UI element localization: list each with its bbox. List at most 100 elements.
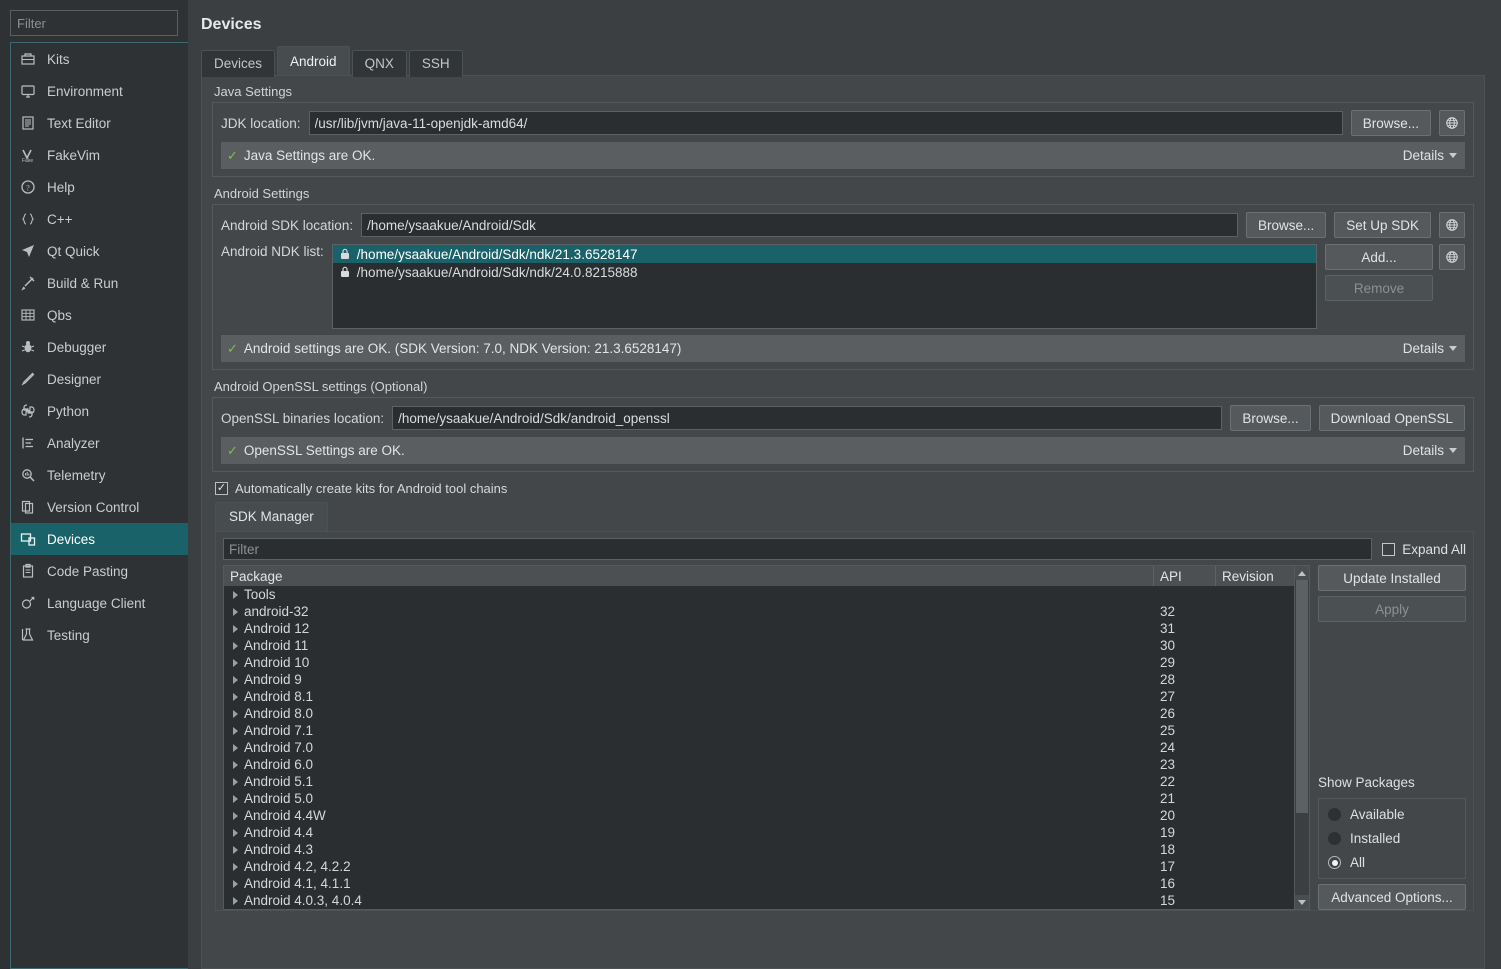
ndk-list-item[interactable]: /home/ysaakue/Android/Sdk/ndk/24.0.82158… [333,263,1316,281]
scroll-down-button[interactable] [1295,895,1309,909]
sidebar-item-environment[interactable]: Environment [11,75,188,107]
globe-icon[interactable] [1439,212,1465,238]
openssl-browse-button[interactable]: Browse... [1230,405,1311,431]
sidebar-item-fakevim[interactable]: Fake FakeVim [11,139,188,171]
chevron-right-icon[interactable] [233,641,238,650]
chevron-right-icon[interactable] [233,777,238,786]
update-installed-button[interactable]: Update Installed [1318,565,1466,591]
sidebar-item-code-pasting[interactable]: Code Pasting [11,555,188,587]
table-row[interactable]: Android 12 31 [224,620,1294,637]
radio-indicator[interactable] [1328,856,1341,869]
chevron-right-icon[interactable] [233,658,238,667]
chevron-right-icon[interactable] [233,828,238,837]
radio-indicator[interactable] [1328,832,1341,845]
tab-ssh[interactable]: SSH [408,50,463,77]
chevron-right-icon[interactable] [233,811,238,820]
ndk-remove-button[interactable]: Remove [1325,275,1433,301]
chevron-right-icon[interactable] [233,675,238,684]
table-row[interactable]: Android 9 28 [224,671,1294,688]
chevron-right-icon[interactable] [233,607,238,616]
chevron-right-icon[interactable] [233,879,238,888]
openssl-binaries-input[interactable] [392,406,1223,430]
table-row[interactable]: Android 5.0 21 [224,790,1294,807]
table-row[interactable]: Android 8.0 26 [224,705,1294,722]
table-row[interactable]: Android 4.4 19 [224,824,1294,841]
chevron-right-icon[interactable] [233,845,238,854]
chevron-right-icon[interactable] [233,692,238,701]
chevron-right-icon[interactable] [233,743,238,752]
table-row[interactable]: Android 7.1 25 [224,722,1294,739]
sidebar-item-text-editor[interactable]: Text Editor [11,107,188,139]
apply-button[interactable]: Apply [1318,596,1466,622]
chevron-right-icon[interactable] [233,726,238,735]
ndk-list-item[interactable]: /home/ysaakue/Android/Sdk/ndk/21.3.65281… [332,245,1316,263]
table-row[interactable]: Android 11 30 [224,637,1294,654]
expand-all-row[interactable]: Expand All [1382,542,1466,557]
table-row[interactable]: android-32 32 [224,603,1294,620]
table-row[interactable]: Android 4.0.3, 4.0.4 15 [224,892,1294,909]
sidebar-item-python[interactable]: Python [11,395,188,427]
chevron-right-icon[interactable] [233,590,238,599]
column-header-revision[interactable]: Revision [1216,566,1294,586]
radio-option-installed[interactable]: Installed [1328,831,1456,846]
scroll-up-button[interactable] [1295,566,1309,580]
tab-sdk-manager[interactable]: SDK Manager [215,502,328,531]
table-row[interactable]: Android 4.4W 20 [224,807,1294,824]
table-row[interactable]: Android 4.1, 4.1.1 16 [224,875,1294,892]
table-row[interactable]: Android 5.1 22 [224,773,1294,790]
sidebar-item-designer[interactable]: Designer [11,363,188,395]
table-row[interactable]: Android 10 29 [224,654,1294,671]
chevron-right-icon[interactable] [233,794,238,803]
jdk-browse-button[interactable]: Browse... [1350,110,1431,136]
sidebar-item-version-control[interactable]: Version Control [11,491,188,523]
sidebar-item-language-client[interactable]: Language Client [11,587,188,619]
sidebar-item-qt-quick[interactable]: Qt Quick [11,235,188,267]
sidebar-item-cpp[interactable]: C++ [11,203,188,235]
chevron-right-icon[interactable] [233,709,238,718]
radio-option-all[interactable]: All [1328,855,1456,870]
auto-create-kits-row[interactable]: ✓ Automatically create kits for Android … [215,481,1474,496]
ndk-add-button[interactable]: Add... [1325,244,1433,270]
table-row[interactable]: Android 4.3 18 [224,841,1294,858]
table-row[interactable]: Tools [224,586,1294,603]
chevron-right-icon[interactable] [233,624,238,633]
sidebar-item-devices[interactable]: Devices [11,523,188,555]
column-header-package[interactable]: Package [224,566,1154,586]
sidebar-item-analyzer[interactable]: Analyzer [11,427,188,459]
tab-qnx[interactable]: QNX [351,50,407,77]
openssl-details-link[interactable]: Details [1403,443,1457,458]
expand-all-checkbox[interactable] [1382,542,1396,556]
sidebar-item-build-and-run[interactable]: Build & Run [11,267,188,299]
sdk-browse-button[interactable]: Browse... [1245,212,1327,238]
android-ndk-list[interactable]: /home/ysaakue/Android/Sdk/ndk/21.3.65281… [331,244,1317,329]
set-up-sdk-button[interactable]: Set Up SDK [1334,212,1431,238]
jdk-location-input[interactable] [308,111,1343,135]
column-header-api[interactable]: API [1154,566,1216,586]
sidebar-item-debugger[interactable]: Debugger [11,331,188,363]
package-tree-scrollbar[interactable] [1294,566,1309,909]
sidebar-item-telemetry[interactable]: Telemetry [11,459,188,491]
sidebar-item-kits[interactable]: Kits [11,43,188,75]
java-details-link[interactable]: Details [1403,148,1457,163]
chevron-right-icon[interactable] [233,862,238,871]
chevron-right-icon[interactable] [233,760,238,769]
globe-icon[interactable] [1439,244,1465,270]
tab-devices[interactable]: Devices [201,50,276,77]
sidebar-filter-input[interactable] [10,10,178,36]
radio-indicator[interactable] [1328,808,1341,821]
sdk-filter-input[interactable] [223,538,1373,560]
android-details-link[interactable]: Details [1403,341,1457,356]
sidebar-item-qbs[interactable]: Qbs [11,299,188,331]
advanced-options-button[interactable]: Advanced Options... [1318,884,1466,910]
sidebar-item-help[interactable]: ? Help [11,171,188,203]
auto-create-kits-checkbox[interactable]: ✓ [215,482,228,495]
table-row[interactable]: Android 6.0 23 [224,756,1294,773]
scroll-thumb[interactable] [1296,580,1308,814]
download-openssl-button[interactable]: Download OpenSSL [1318,405,1465,431]
table-row[interactable]: Android 4.2, 4.2.2 17 [224,858,1294,875]
scroll-track[interactable] [1295,580,1309,895]
chevron-right-icon[interactable] [233,896,238,905]
tab-android[interactable]: Android [277,46,350,75]
android-sdk-location-input[interactable] [361,213,1238,237]
radio-option-available[interactable]: Available [1328,807,1456,822]
